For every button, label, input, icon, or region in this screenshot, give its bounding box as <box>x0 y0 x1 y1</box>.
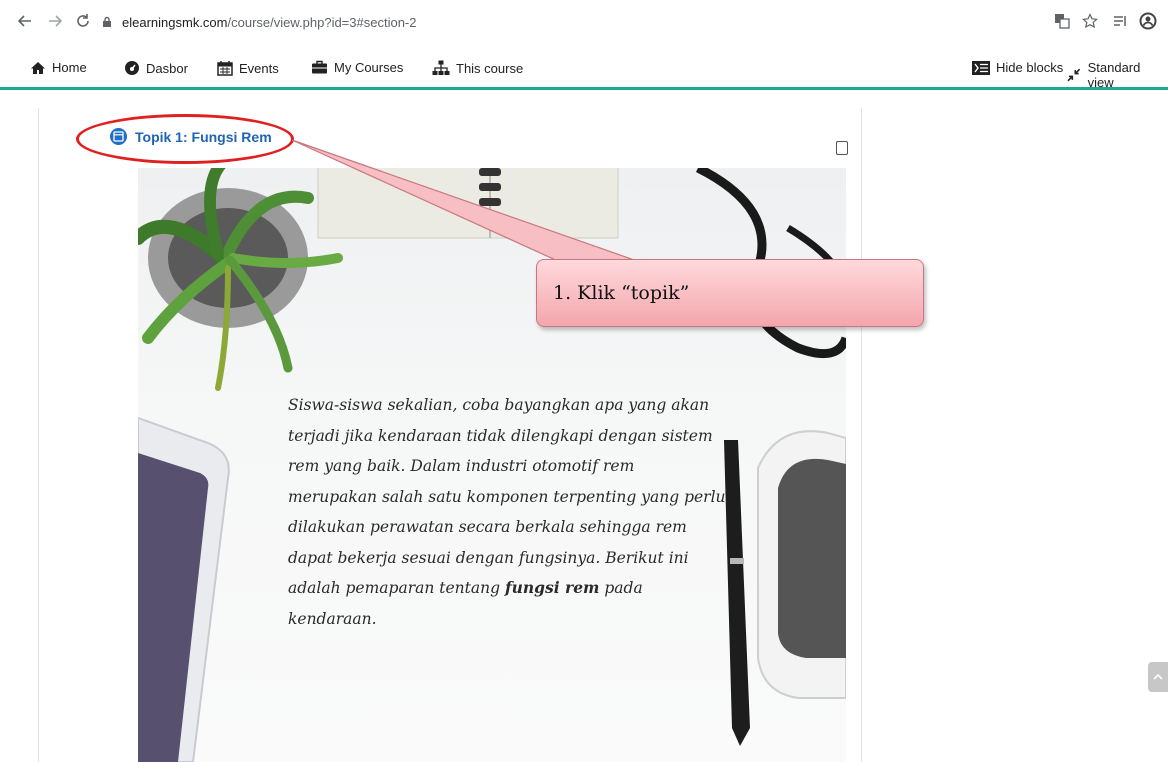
nav-label-my-courses: My Courses <box>334 60 404 75</box>
profile-button[interactable] <box>1138 11 1158 31</box>
banner-text: Siswa-siswa sekalian, coba bayangkan apa… <box>288 390 728 634</box>
chevron-up-icon <box>1153 673 1163 680</box>
banner-line-6: dapat bekerja sesuai dengan fungsinya. B… <box>288 548 689 567</box>
banner-line-1: Siswa-siswa sekalian, coba bayangkan apa… <box>288 396 710 414</box>
forward-button[interactable] <box>44 10 66 32</box>
nav-label-home: Home <box>52 60 87 75</box>
instruction-callout: 1. Klik “topik” <box>536 259 924 327</box>
arrow-right-icon <box>49 15 63 27</box>
profile-icon <box>1139 12 1157 30</box>
hide-blocks-button[interactable]: Hide blocks <box>972 60 1063 75</box>
lock-icon <box>100 15 114 29</box>
url-text: elearningsmk.com/course/view.php?id=3#se… <box>122 15 416 30</box>
dashboard-icon <box>125 61 139 75</box>
reading-list-button[interactable] <box>1110 11 1130 31</box>
reload-button[interactable] <box>72 10 94 32</box>
briefcase-icon <box>312 60 327 74</box>
banner-line-2: terjadi jika kendaraan tidak dilengkapi … <box>288 426 713 445</box>
compress-icon <box>1067 68 1081 82</box>
scroll-to-top-button[interactable] <box>1148 662 1168 692</box>
nav-label-this-course: This course <box>456 60 524 76</box>
nav-label-dasbor: Dasbor <box>146 60 188 76</box>
home-icon <box>31 61 45 74</box>
hide-blocks-label: Hide blocks <box>996 60 1064 75</box>
nav-label-events: Events <box>239 60 279 76</box>
completion-checkbox[interactable] <box>836 141 848 155</box>
reading-list-icon <box>1114 16 1126 26</box>
nav-item-dasbor[interactable]: Dasbor <box>124 60 188 76</box>
star-icon <box>1082 13 1098 29</box>
browser-toolbar: elearningsmk.com/course/view.php?id=3#se… <box>0 0 1168 44</box>
nav-item-this-course[interactable]: This course <box>432 60 523 76</box>
nav-item-my-courses[interactable]: My Courses <box>311 60 403 75</box>
sitemap-icon <box>432 60 450 75</box>
translate-icon <box>1055 14 1070 29</box>
url-path: /course/view.php?id=3#section-2 <box>227 14 417 30</box>
banner-emphasis: fungsi rem <box>504 578 600 597</box>
highlight-ellipse <box>76 114 294 164</box>
calendar-icon <box>217 61 233 76</box>
nav-item-home[interactable]: Home <box>30 60 87 75</box>
back-button[interactable] <box>14 10 36 32</box>
banner-line-7-start: adalah pemaparan tentang <box>288 579 505 597</box>
topic-banner-image: Siswa-siswa sekalian, coba bayangkan apa… <box>138 168 846 762</box>
banner-line-4: merupakan salah satu komponen terpenting… <box>288 487 726 506</box>
reload-icon <box>77 14 89 27</box>
translate-button[interactable] <box>1052 11 1072 31</box>
bookmark-button[interactable] <box>1080 11 1100 31</box>
callout-text: 1. Klik “topik” <box>553 282 690 304</box>
banner-line-7: adalah pemaparan tentang fungsi rem pada… <box>288 573 728 634</box>
nav-item-events[interactable]: Events <box>217 60 279 76</box>
moodle-navbar: Home Dasbor Events My Courses This cours… <box>0 50 1168 90</box>
banner-line-3: rem yang baik. Dalam industri otomotif r… <box>288 457 635 475</box>
standard-view-button[interactable]: Standard view <box>1066 60 1168 90</box>
banner-line-5: dilakukan perawatan secara berkala sehin… <box>288 518 687 536</box>
standard-view-label: Standard view <box>1087 60 1141 90</box>
arrow-left-icon <box>17 15 31 27</box>
hide-blocks-icon <box>972 60 990 75</box>
address-bar[interactable]: elearningsmk.com/course/view.php?id=3#se… <box>100 8 1100 36</box>
url-domain: elearningsmk.com <box>122 14 228 30</box>
